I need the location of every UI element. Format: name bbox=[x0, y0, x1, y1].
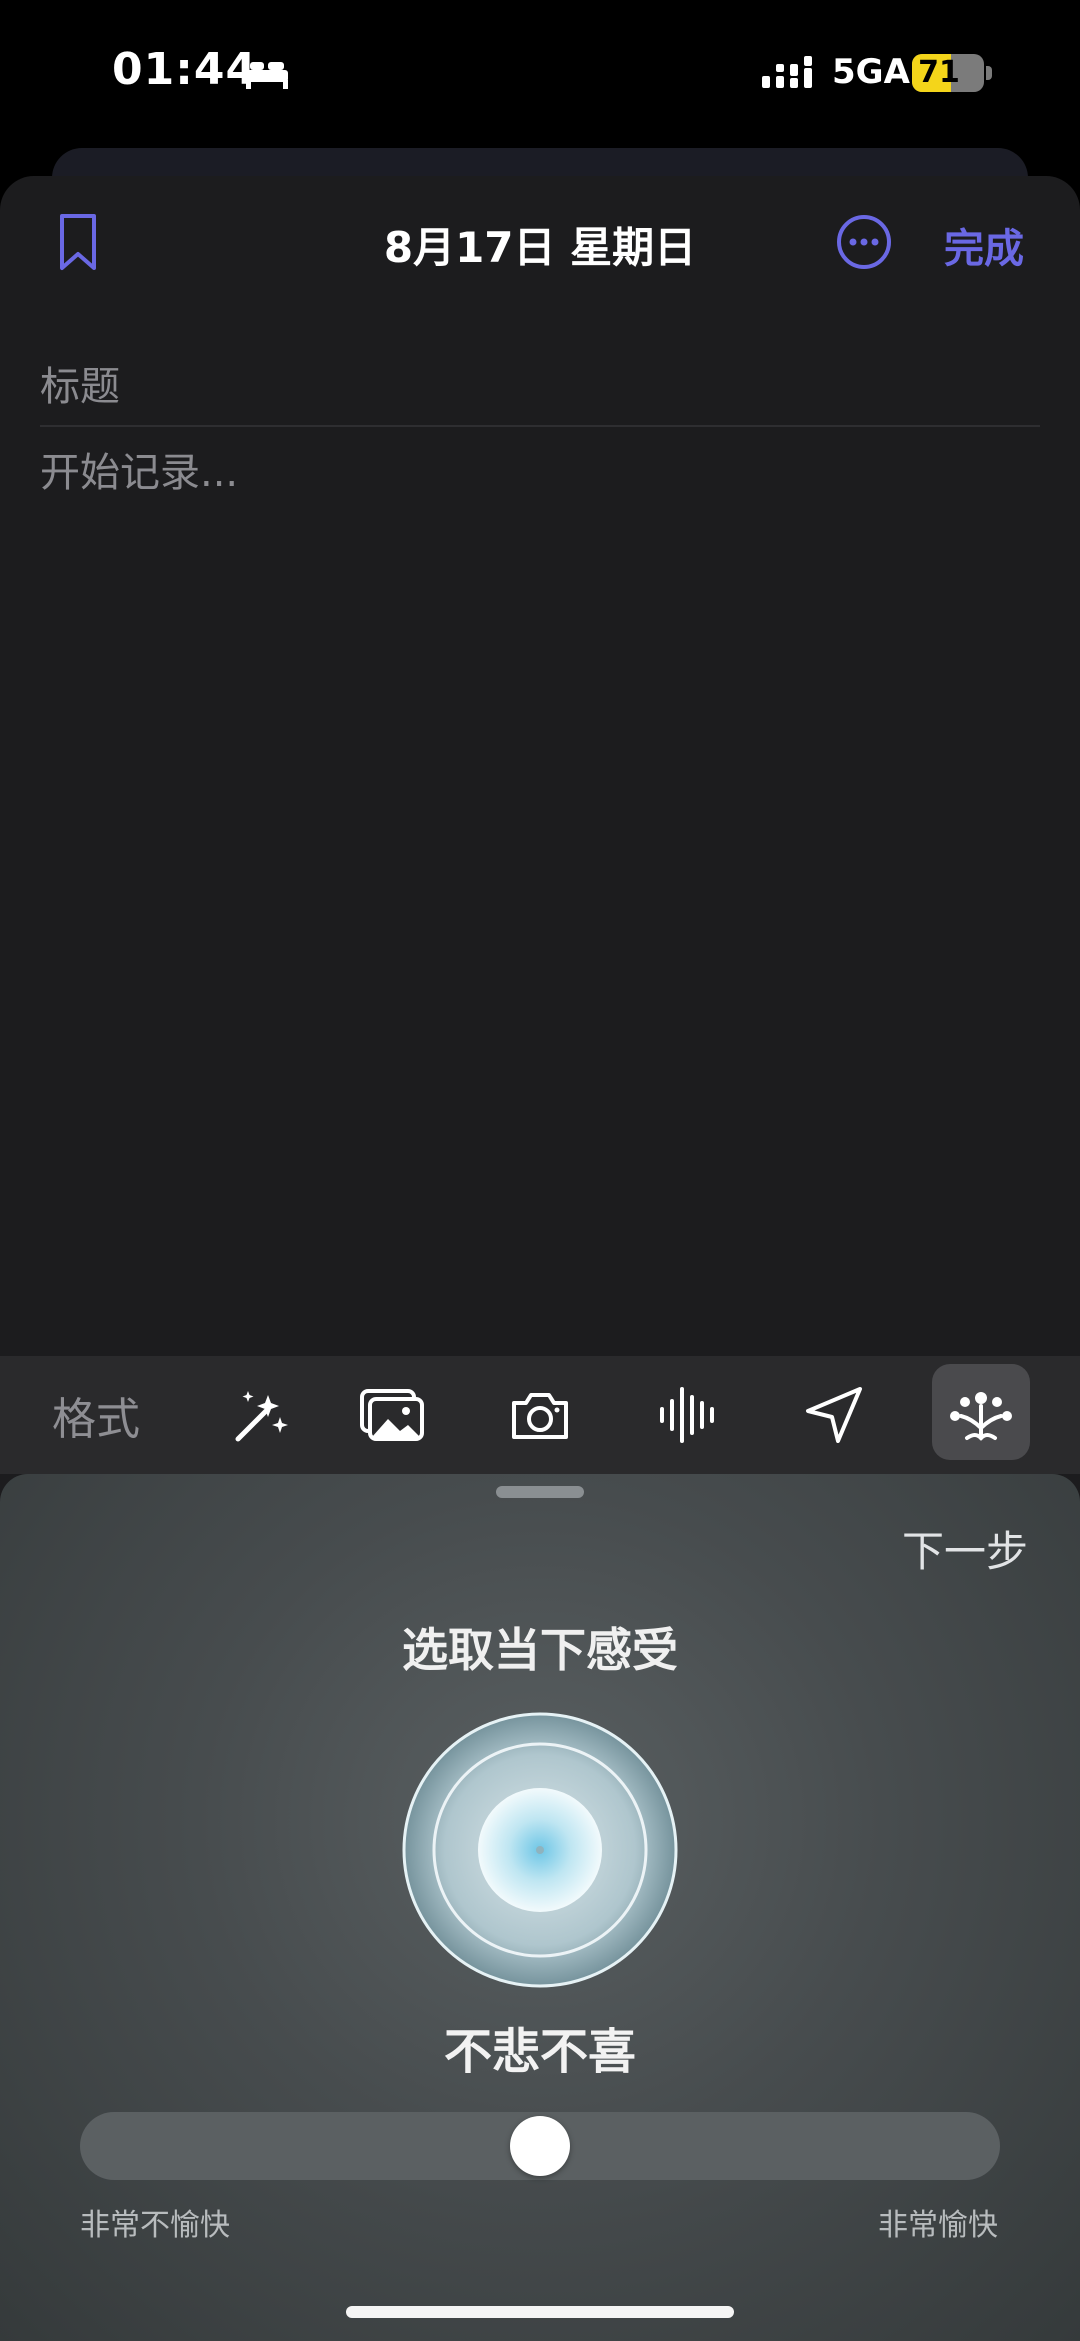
signal-strength-icon bbox=[762, 56, 812, 88]
done-button[interactable]: 完成 bbox=[944, 216, 1024, 274]
home-indicator bbox=[346, 2306, 734, 2318]
body-input[interactable]: 开始记录... bbox=[40, 440, 238, 498]
battery-icon: 71 bbox=[912, 54, 984, 92]
status-time: 01:44 bbox=[112, 44, 258, 95]
editor-toolbar: 格式 bbox=[0, 1356, 1080, 1474]
title-input[interactable]: 标题 bbox=[40, 354, 120, 412]
mood-slider-thumb[interactable] bbox=[510, 2116, 570, 2176]
slider-min-label: 非常不愉快 bbox=[80, 2208, 230, 2243]
format-button[interactable]: 格式 bbox=[36, 1356, 156, 1474]
magic-wand-icon bbox=[235, 1391, 288, 1442]
battery-tip bbox=[986, 66, 992, 80]
more-options-icon[interactable] bbox=[836, 214, 892, 270]
battery-level: 71 bbox=[918, 55, 960, 90]
location-arrow-icon bbox=[806, 1387, 862, 1443]
slider-max-label: 非常愉快 bbox=[878, 2208, 998, 2243]
location-button[interactable] bbox=[784, 1356, 884, 1474]
photo-library-icon bbox=[360, 1389, 424, 1441]
audio-record-button[interactable] bbox=[636, 1356, 736, 1474]
current-mood-label: 不悲不喜 bbox=[443, 2024, 636, 2080]
panel-grabber[interactable] bbox=[496, 1486, 584, 1498]
audio-waveform-icon bbox=[660, 1387, 714, 1443]
bookmark-icon[interactable] bbox=[58, 212, 98, 272]
mood-heading: 选取当下感受 bbox=[402, 1623, 678, 1677]
mood-burst-icon bbox=[950, 1392, 1012, 1441]
photo-library-button[interactable] bbox=[342, 1356, 442, 1474]
camera-button[interactable] bbox=[490, 1356, 590, 1474]
sleep-focus-icon bbox=[246, 62, 288, 89]
network-type: 5GA bbox=[832, 52, 910, 92]
mood-orb-icon bbox=[402, 1712, 678, 1988]
title-divider bbox=[40, 425, 1040, 427]
next-step-button[interactable]: 下一步 bbox=[902, 1518, 1028, 1579]
entry-date-title: 8月17日 星期日 bbox=[383, 223, 697, 272]
magic-wand-button[interactable] bbox=[212, 1356, 312, 1474]
mood-button[interactable] bbox=[932, 1364, 1030, 1460]
status-bar: 01:44 5GA 71 bbox=[0, 0, 1080, 140]
camera-icon bbox=[512, 1393, 568, 1439]
